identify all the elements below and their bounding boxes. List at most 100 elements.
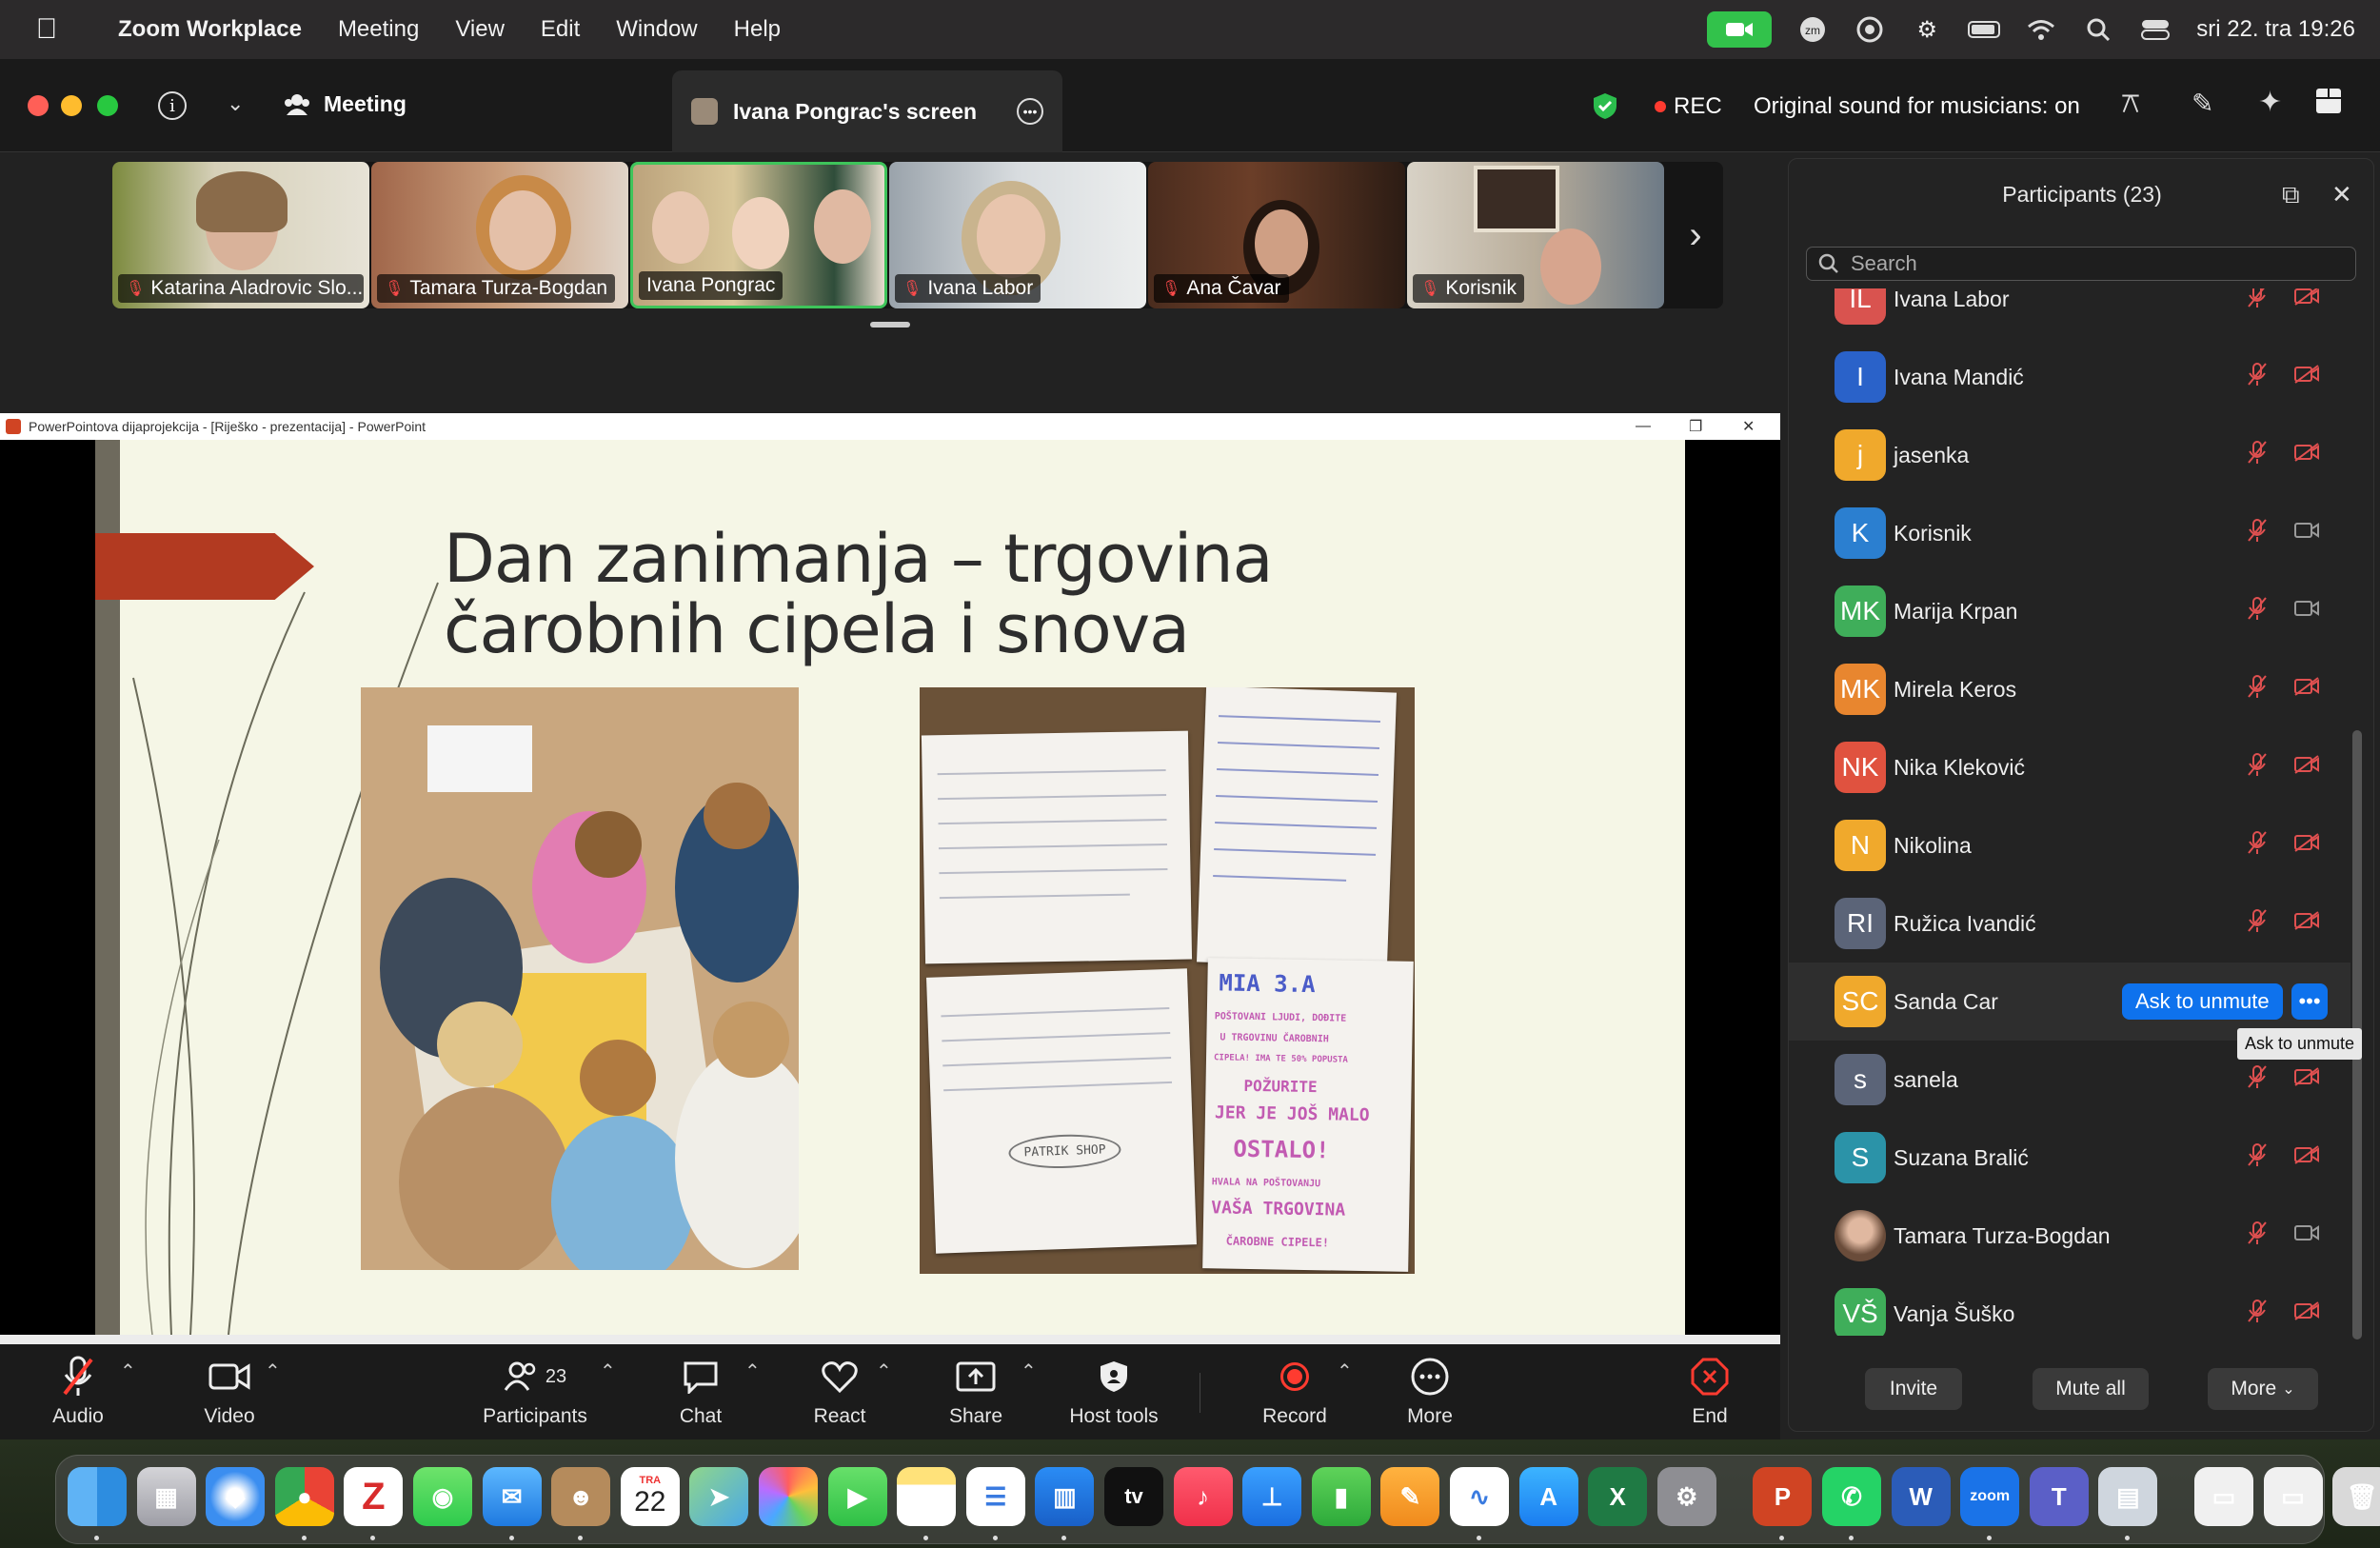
participant-row[interactable]: NK Nika Kleković	[1789, 728, 2360, 806]
participant-row[interactable]: VŠ Vanja Šuško	[1789, 1275, 2360, 1336]
participant-more-button[interactable]: •••	[2291, 983, 2328, 1020]
share-options-caret[interactable]: ⌃	[1021, 1359, 1037, 1383]
menu-edit[interactable]: Edit	[541, 16, 580, 43]
pop-out-icon[interactable]: ⧉	[2282, 180, 2300, 210]
video-tile-active-speaker[interactable]: Ivana Pongrac	[630, 162, 887, 308]
video-button[interactable]: Video	[187, 1344, 272, 1439]
chevron-down-icon[interactable]: ⌄	[227, 91, 244, 116]
video-tile[interactable]: 🎙 Ana Čavar	[1148, 162, 1405, 308]
wifi-icon[interactable]	[2025, 13, 2057, 46]
notes-icon[interactable]	[897, 1467, 957, 1526]
keynote-presentation-icon[interactable]: ⊥	[1242, 1467, 1302, 1526]
participant-row[interactable]: Tamara Turza-Bogdan	[1789, 1197, 2360, 1275]
zoom-window-button[interactable]	[97, 95, 118, 116]
menu-app-name[interactable]: Zoom Workplace	[118, 16, 302, 43]
participant-row[interactable]: j jasenka	[1789, 416, 2360, 494]
contacts-icon[interactable]: ☻	[551, 1467, 611, 1526]
react-options-caret[interactable]: ⌃	[876, 1359, 892, 1383]
apple-tv-icon[interactable]: tv	[1104, 1467, 1163, 1526]
video-tile[interactable]: 🎙 Tamara Turza-Bogdan	[371, 162, 628, 308]
participant-row[interactable]: MK Mirela Keros	[1789, 650, 2360, 728]
apple-icon[interactable]: 	[32, 13, 61, 46]
resize-handle[interactable]	[870, 322, 910, 327]
annotate-pen-icon[interactable]: ✎	[2192, 88, 2213, 119]
facetime-icon[interactable]: ▶	[827, 1467, 887, 1526]
reminders-icon[interactable]: ☰	[965, 1467, 1025, 1526]
battery-icon[interactable]	[1968, 13, 2001, 46]
tab-shared-screen[interactable]: Ivana Pongrac's screen •••	[672, 70, 1062, 152]
chrome-icon[interactable]: ●	[274, 1467, 334, 1526]
zoom-menu-icon[interactable]: zm	[1796, 13, 1829, 46]
info-icon[interactable]: i	[158, 91, 187, 120]
menu-window[interactable]: Window	[616, 16, 697, 43]
share-button[interactable]: Share	[942, 1344, 1009, 1439]
video-tile[interactable]: 🎙 Korisnik	[1407, 162, 1664, 308]
screen-share-status-icon[interactable]	[1854, 13, 1886, 46]
mute-all-button[interactable]: Mute all	[2033, 1368, 2149, 1410]
participant-row[interactable]: RI Ružica Ivandić	[1789, 884, 2360, 963]
end-meeting-button[interactable]: End	[1681, 1344, 1738, 1439]
accessibility-icon[interactable]: ⚙	[1911, 13, 1943, 46]
camera-status-icon[interactable]	[1707, 11, 1773, 48]
document-thumbnail[interactable]: ▭	[2263, 1467, 2323, 1526]
word-icon[interactable]: W	[1891, 1467, 1951, 1526]
chat-options-caret[interactable]: ⌃	[744, 1359, 761, 1383]
video-tile[interactable]: 🎙 Katarina Aladrovic Slo...	[112, 162, 369, 308]
calendar-icon[interactable]: TRA 22	[620, 1467, 680, 1526]
menu-meeting[interactable]: Meeting	[338, 16, 419, 43]
messages-icon[interactable]: ◉	[413, 1467, 472, 1526]
invite-button[interactable]: Invite	[1865, 1368, 1962, 1410]
close-panel-icon[interactable]: ✕	[2331, 180, 2352, 209]
launchpad-icon[interactable]: ▦	[136, 1467, 196, 1526]
safari-icon[interactable]: ◈	[206, 1467, 266, 1526]
more-options-icon[interactable]: •••	[1017, 98, 1043, 125]
close-window-button[interactable]	[28, 95, 49, 116]
whatsapp-icon[interactable]: ✆	[1822, 1467, 1881, 1526]
excel-icon[interactable]: X	[1588, 1467, 1648, 1526]
original-sound-status[interactable]: Original sound for musicians: on	[1754, 93, 2080, 120]
zotero-icon[interactable]: Z	[344, 1467, 404, 1526]
meeting-info-button[interactable]: Meeting	[284, 91, 407, 117]
view-layout-icon[interactable]	[2315, 88, 2342, 119]
control-center-icon[interactable]	[2139, 13, 2172, 46]
search-icon[interactable]	[2082, 13, 2114, 46]
video-tile[interactable]: 🎙 Ivana Labor	[889, 162, 1146, 308]
more-button[interactable]: More	[1399, 1344, 1460, 1439]
gallery-next-page-button[interactable]: ›	[1668, 162, 1723, 308]
pages-icon[interactable]: ✎	[1380, 1467, 1440, 1526]
ai-companion-icon[interactable]: ✦	[2258, 86, 2282, 119]
keynote-icon[interactable]: ▥	[1035, 1467, 1095, 1526]
record-options-caret[interactable]: ⌃	[1337, 1359, 1353, 1383]
menu-help[interactable]: Help	[734, 16, 781, 43]
finder-icon[interactable]	[68, 1467, 127, 1526]
video-options-caret[interactable]: ⌃	[265, 1359, 281, 1383]
record-button[interactable]: Record	[1259, 1344, 1331, 1439]
mail-icon[interactable]: ✉	[482, 1467, 542, 1526]
recording-indicator[interactable]: REC	[1655, 93, 1722, 120]
chat-button[interactable]: Chat	[666, 1344, 735, 1439]
zoom-app-icon[interactable]: zoom	[1960, 1467, 2020, 1526]
ask-to-unmute-button[interactable]: Ask to unmute	[2122, 983, 2283, 1020]
system-settings-icon[interactable]: ⚙	[1656, 1467, 1716, 1526]
app-store-icon[interactable]: A	[1518, 1467, 1578, 1526]
menu-view[interactable]: View	[455, 16, 505, 43]
audio-settings-icon[interactable]: ⚻	[2121, 88, 2140, 120]
participant-row[interactable]: S Suzana Bralić	[1789, 1119, 2360, 1197]
participant-row[interactable]: N Nikolina	[1789, 806, 2360, 884]
participants-search-input[interactable]: Search	[1806, 247, 2356, 281]
trash-icon[interactable]: 🗑	[2332, 1467, 2380, 1526]
participants-button[interactable]: 23 Participants	[476, 1344, 594, 1439]
participants-options-caret[interactable]: ⌃	[600, 1359, 616, 1383]
participant-row[interactable]: K Korisnik	[1789, 494, 2360, 572]
teams-icon[interactable]: T	[2029, 1467, 2089, 1526]
host-tools-button[interactable]: Host tools	[1064, 1344, 1163, 1439]
numbers-icon[interactable]: ▮	[1311, 1467, 1371, 1526]
clock[interactable]: sri 22. tra 19:26	[2196, 16, 2355, 43]
encryption-shield-icon[interactable]	[1592, 91, 1618, 125]
participant-row[interactable]: I Ivana Mandić	[1789, 338, 2360, 416]
music-icon[interactable]: ♪	[1173, 1467, 1233, 1526]
audio-options-caret[interactable]: ⌃	[120, 1359, 136, 1383]
participant-row[interactable]: MK Marija Krpan	[1789, 572, 2360, 650]
more-options-button[interactable]: More ⌄	[2208, 1368, 2318, 1410]
audio-button[interactable]: Audio	[38, 1344, 118, 1439]
